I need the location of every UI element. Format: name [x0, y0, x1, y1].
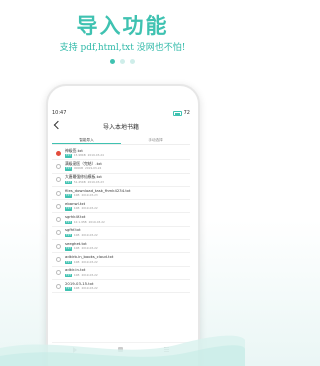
file-size: 1KB	[73, 272, 80, 277]
file-meta: TXT 1KB 2019-03-22	[65, 207, 98, 211]
file-meta: TXT 900KB 2019-03-24	[65, 167, 102, 171]
file-row[interactable]: ebanwl.txt TXT 1KB 2019-03-22	[52, 200, 190, 214]
file-type-badge: TXT	[65, 260, 72, 265]
file-info: files_download_task_fhmk4234.txt TXT 1KB 20…	[65, 188, 131, 198]
file-date: 2019-03-22	[81, 206, 98, 211]
file-date: 2019-03-23	[87, 179, 104, 184]
file-meta: TXT 1K 1.95B 2019-03-22	[65, 219, 105, 225]
file-type-badge: TXT	[65, 180, 72, 185]
select-radio[interactable]	[56, 190, 61, 196]
file-meta: TXT 1KB 2019-03-23	[65, 194, 131, 198]
file-size: 900KB	[73, 166, 83, 171]
select-radio[interactable]	[56, 177, 61, 183]
file-meta: TXT 1KB 2019-03-22	[65, 259, 113, 265]
decorative-waves	[0, 335, 245, 366]
file-date: 2019-03-23	[81, 193, 98, 198]
file-date: 2019-03-22	[81, 286, 98, 291]
file-row[interactable]: 大唐最强修仙模板.txt TXT 51.45KB 2019-03-23	[52, 174, 190, 187]
file-size: 15.98KB	[73, 153, 86, 158]
file-row[interactable]: 2019-03-15.txt TXT 1KB 2019-03-22	[52, 280, 190, 294]
select-radio[interactable]	[56, 283, 61, 289]
file-info: adkirb.in_books_cloud.txt TXT 1KB 2019-03-2…	[65, 254, 114, 265]
file-row[interactable]: 满级宠医（完结）.txt TXT 900KB 2019-03-24	[52, 160, 190, 174]
file-info: 2019-03-15.txt TXT 1KB 2019-03-22	[65, 281, 98, 291]
tab-smart-import[interactable]: 智能导入	[52, 135, 121, 144]
select-radio[interactable]	[56, 243, 61, 249]
select-radio[interactable]	[56, 203, 61, 209]
file-size: 51.45KB	[73, 179, 86, 184]
file-row[interactable]: sgfhf.txt TXT 1KB 2019-03-22	[52, 227, 190, 241]
file-info: sgrhk4f.txt TXT 1K 1.95B 2019-03-22	[65, 214, 105, 225]
carousel-dot-1[interactable]	[110, 59, 115, 64]
carousel-dot-3[interactable]	[130, 59, 135, 64]
promo-title: 导入功能	[76, 14, 169, 38]
select-radio[interactable]	[56, 230, 61, 236]
file-size: 1KB	[73, 232, 80, 237]
select-radio[interactable]	[56, 163, 61, 169]
status-time: 10:47	[52, 110, 67, 116]
file-size: 1KB	[73, 206, 80, 211]
file-row[interactable]: seeghet.txt TXT 1KB 2019-03-22	[52, 240, 190, 254]
file-info: seeghet.txt TXT 1KB 2019-03-22	[65, 241, 98, 251]
file-info: adkir.in.txt TXT 1KB 2019-03-22	[65, 268, 98, 278]
file-info: 神级签.txt TXT 15.98KB 2019-03-24	[65, 148, 104, 158]
file-size: 1KB	[73, 246, 80, 251]
file-info: sgfhf.txt TXT 1KB 2019-03-22	[65, 228, 98, 238]
file-date: 2019-03-22	[81, 259, 98, 264]
select-radio[interactable]	[56, 150, 61, 156]
battery-level: 72	[183, 110, 190, 116]
tab-bar: 智能导入 手动选择	[52, 135, 190, 145]
file-row[interactable]: sgrhk4f.txt TXT 1K 1.95B 2019-03-22	[52, 213, 190, 227]
select-radio[interactable]	[56, 257, 61, 263]
file-info: 满级宠医（完结）.txt TXT 900KB 2019-03-24	[65, 161, 102, 171]
file-type-badge: TXT	[65, 194, 72, 198]
back-arrow-icon[interactable]	[53, 120, 63, 130]
file-meta: TXT 1KB 2019-03-22	[65, 287, 98, 291]
file-date: 2019-03-22	[81, 246, 98, 251]
file-size: 1K 1.95B	[73, 219, 87, 224]
file-type-badge: TXT	[65, 233, 72, 238]
file-type-badge: TXT	[65, 220, 72, 225]
file-row[interactable]: adkir.in.txt TXT 1KB 2019-03-22	[52, 267, 190, 280]
select-radio[interactable]	[56, 270, 61, 276]
file-size: 1KB	[73, 193, 80, 198]
tab-manual-select[interactable]: 手动选择	[121, 135, 190, 144]
select-radio[interactable]	[56, 217, 61, 223]
file-name: adkirb.in_books_cloud.txt	[65, 254, 114, 260]
file-row[interactable]: adkirb.in_books_cloud.txt TXT 1KB 2019-03-2…	[52, 253, 190, 267]
file-meta: TXT 1KB 2019-03-22	[65, 232, 98, 238]
battery-indicator: 72	[172, 110, 190, 116]
file-row[interactable]: 神级签.txt TXT 15.98KB 2019-03-24	[52, 147, 190, 161]
file-meta: TXT 1KB 2019-03-22	[65, 247, 98, 251]
file-date: 2019-03-24	[85, 166, 102, 171]
file-info: ebanwl.txt TXT 1KB 2019-03-22	[65, 201, 98, 211]
file-type-badge: TXT	[65, 207, 72, 211]
file-meta: TXT 1KB 2019-03-22	[65, 272, 98, 278]
file-type-badge: TXT	[65, 287, 72, 291]
file-date: 2019-03-22	[81, 272, 98, 277]
status-bar: 10:47 72	[52, 108, 190, 118]
file-type-badge: TXT	[65, 167, 72, 171]
file-date: 2019-03-24	[87, 153, 104, 158]
file-type-badge: TXT	[65, 154, 72, 158]
carousel-dot-2[interactable]	[120, 59, 125, 64]
file-info: 大唐最强修仙模板.txt TXT 51.45KB 2019-03-23	[65, 175, 104, 185]
page-title: 导入本地书籍	[102, 123, 139, 131]
file-size: 1KB	[73, 286, 80, 291]
carousel-dots	[0, 59, 245, 64]
file-type-badge: TXT	[65, 273, 72, 278]
file-list: 神级签.txt TXT 15.98KB 2019-03-24 满级宠医（完结）.txt T…	[52, 147, 190, 294]
file-meta: TXT 15.98KB 2019-03-24	[65, 154, 104, 158]
file-date: 2019-03-22	[81, 232, 98, 237]
battery-icon	[172, 110, 182, 116]
promo-subtitle: 支持 pdf,html,txt 没网也不怕!	[59, 43, 186, 53]
file-type-badge: TXT	[65, 247, 72, 251]
nav-bar: 导入本地书籍	[52, 119, 190, 133]
file-name: sgrhk4f.txt	[65, 214, 86, 220]
file-row[interactable]: files_download_task_fhmk4234.txt TXT 1KB 20…	[52, 187, 190, 201]
file-size: 1KB	[73, 259, 80, 264]
file-date: 2019-03-22	[88, 219, 105, 224]
file-meta: TXT 51.45KB 2019-03-23	[65, 179, 104, 185]
